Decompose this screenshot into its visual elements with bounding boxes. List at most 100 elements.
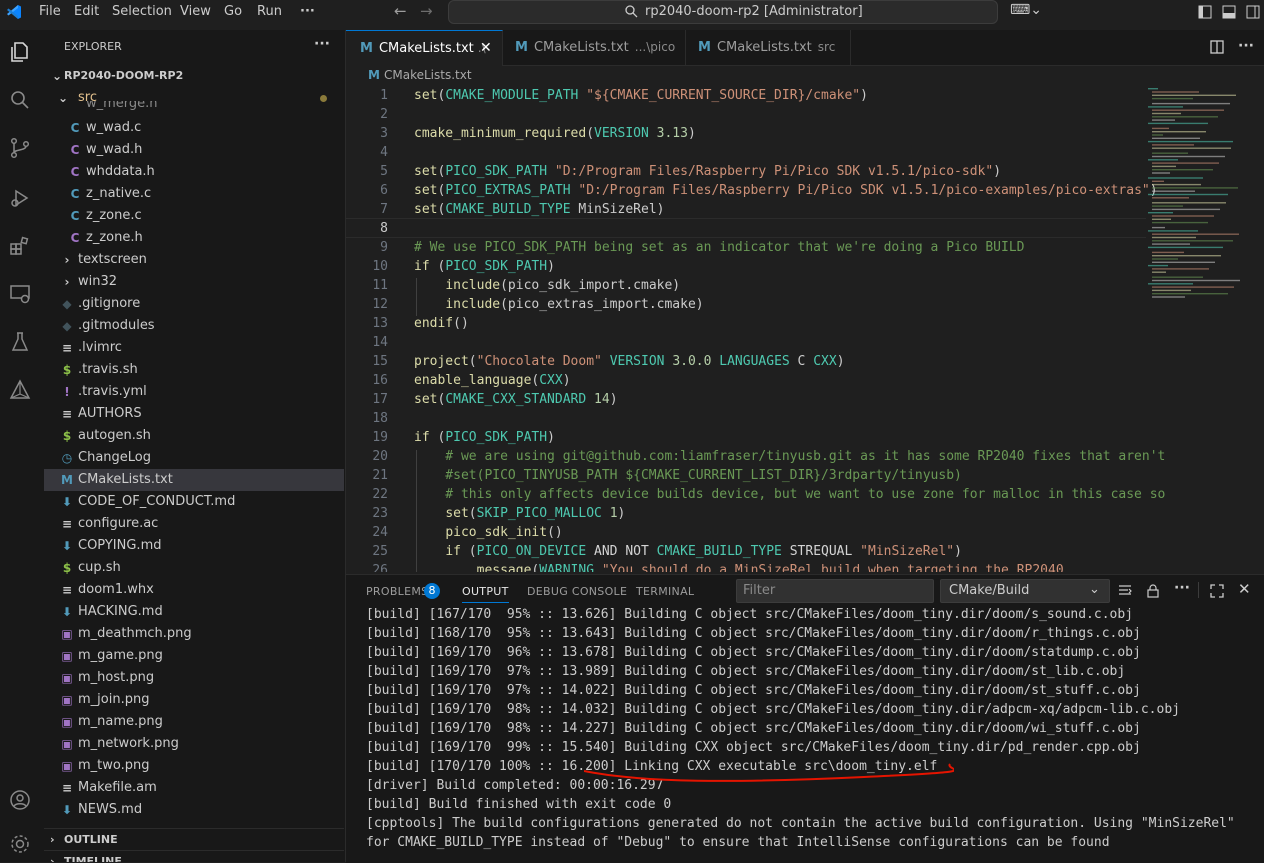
file-item-w-wad-h[interactable]: Cw_wad.h <box>44 139 344 161</box>
file-item-z-native-c[interactable]: Cz_native.c <box>44 183 344 205</box>
timeline-section[interactable]: › TIMELINE <box>44 850 344 862</box>
breadcrumb[interactable]: M CMakeLists.txt <box>346 66 1264 86</box>
tab-output[interactable]: OUTPUT <box>462 585 509 603</box>
close-panel-icon[interactable]: ✕ <box>1238 580 1251 598</box>
extensions-icon[interactable] <box>8 234 32 258</box>
file-item-z-zone-c[interactable]: Cz_zone.c <box>44 205 344 227</box>
file-partial[interactable]: w_merge.h <box>44 101 344 113</box>
toggle-secondary-sidebar-icon[interactable] <box>1246 5 1260 19</box>
tab-cmakelists-root[interactable]: M CMakeLists.txt .\ ✕ <box>346 30 503 66</box>
file-item-m-deathmch-png[interactable]: ▣ m_deathmch.png <box>44 623 344 645</box>
file-item-authors[interactable]: ≡ AUTHORS <box>44 403 344 425</box>
file-name: whddata.h <box>86 164 155 179</box>
file-item-news-md[interactable]: ⬇ NEWS.md <box>44 799 344 821</box>
line-number: 14 <box>372 335 388 350</box>
toggle-primary-sidebar-icon[interactable] <box>1198 5 1212 19</box>
file-item-win32[interactable]: › win32 <box>44 271 344 293</box>
more-menu-icon[interactable]: ··· <box>300 4 315 19</box>
minimap-line <box>1148 122 1208 125</box>
explorer-icon[interactable] <box>8 40 32 64</box>
file-item--lvimrc[interactable]: ≡ .lvimrc <box>44 337 344 359</box>
code-line: cmake_minimum_required(VERSION 3.13) <box>414 126 696 141</box>
file-item-m-host-png[interactable]: ▣ m_host.png <box>44 667 344 689</box>
file-item-m-name-png[interactable]: ▣ m_name.png <box>44 711 344 733</box>
code-editor[interactable]: 1 set(CMAKE_MODULE_PATH "${CMAKE_CURRENT_… <box>346 86 1264 572</box>
output-channel-select[interactable]: CMake/Build ⌄ <box>940 579 1110 603</box>
menu-view[interactable]: View <box>180 4 211 19</box>
output-filter-input[interactable]: Filter <box>736 579 934 603</box>
tab-cmakelists-pico[interactable]: M CMakeLists.txt ...\pico <box>503 30 686 65</box>
run-debug-icon[interactable] <box>8 186 32 210</box>
menu-go[interactable]: Go <box>224 4 242 19</box>
minimap-line <box>1152 268 1209 270</box>
menu-selection[interactable]: Selection <box>112 4 172 19</box>
outline-section[interactable]: › OUTLINE <box>44 828 344 851</box>
tab-debug-console[interactable]: DEBUG CONSOLE <box>527 585 627 598</box>
tab-problems[interactable]: PROBLEMS <box>366 585 428 598</box>
forward-arrow-icon[interactable]: → <box>420 2 433 20</box>
file-item--gitignore[interactable]: ◆ .gitignore <box>44 293 344 315</box>
source-control-icon[interactable] <box>8 136 32 160</box>
minimap-line <box>1148 177 1203 179</box>
line-number: 1 <box>380 88 388 103</box>
file-name: m_host.png <box>78 670 155 685</box>
file-item-whddata-h[interactable]: Cwhddata.h <box>44 161 344 183</box>
file-item-cup-sh[interactable]: $ cup.sh <box>44 557 344 579</box>
line-number: 20 <box>372 449 388 464</box>
file-name: m_network.png <box>78 736 179 751</box>
tab-terminal[interactable]: TERMINAL <box>636 585 694 598</box>
output-line: [build] [168/170 95% :: 13.643] Building… <box>366 626 1141 641</box>
panel-more-icon[interactable]: ··· <box>1174 580 1190 596</box>
file-partial-label: w_merge.h <box>86 101 158 111</box>
explorer-sidebar: EXPLORER ··· ⌄ RP2040-DOOM-RP2 ⌄ src w_m… <box>44 30 346 862</box>
minimap-line <box>1148 212 1173 214</box>
file-item-w-wad-c[interactable]: Cw_wad.c <box>44 117 344 139</box>
file-item--travis-sh[interactable]: $ .travis.sh <box>44 359 344 381</box>
minimap-line <box>1148 88 1158 90</box>
file-item-m-join-png[interactable]: ▣ m_join.png <box>44 689 344 711</box>
menu-edit[interactable]: Edit <box>74 4 99 19</box>
file-item-m-network-png[interactable]: ▣ m_network.png <box>44 733 344 755</box>
menu-file[interactable]: File <box>39 4 61 19</box>
vscode-logo-icon[interactable] <box>6 4 22 20</box>
file-item-configure-ac[interactable]: ≡ configure.ac <box>44 513 344 535</box>
file-item-code-of-conduct-md[interactable]: ⬇ CODE_OF_CONDUCT.md <box>44 491 344 513</box>
file-item-m-game-png[interactable]: ▣ m_game.png <box>44 645 344 667</box>
file-item--travis-yml[interactable]: ! .travis.yml <box>44 381 344 403</box>
menu-run[interactable]: Run <box>257 4 282 19</box>
file-item--gitmodules[interactable]: ◆ .gitmodules <box>44 315 344 337</box>
split-editor-icon[interactable] <box>1210 40 1224 54</box>
file-item-textscreen[interactable]: › textscreen <box>44 249 344 271</box>
file-item-makefile-am[interactable]: ≡ Makefile.am <box>44 777 344 799</box>
cmake-icon[interactable] <box>8 378 32 402</box>
accounts-icon[interactable] <box>8 788 32 812</box>
file-item-doom1-whx[interactable]: ≡ doom1.whx <box>44 579 344 601</box>
file-item-autogen-sh[interactable]: $ autogen.sh <box>44 425 344 447</box>
file-item-hacking-md[interactable]: ⬇ HACKING.md <box>44 601 344 623</box>
testing-icon[interactable] <box>8 330 32 354</box>
workspace-root[interactable]: ⌄ RP2040-DOOM-RP2 <box>44 65 344 87</box>
explorer-more-icon[interactable]: ··· <box>314 36 330 52</box>
maximize-panel-icon[interactable] <box>1210 584 1224 598</box>
remote-explorer-icon[interactable] <box>8 282 32 306</box>
editor-more-icon[interactable]: ··· <box>1238 38 1254 54</box>
minimap-line <box>1152 155 1225 158</box>
file-item-cmakelists-txt[interactable]: M CMakeLists.txt <box>44 469 344 491</box>
back-arrow-icon[interactable]: ← <box>394 2 407 20</box>
file-item-copying-md[interactable]: ⬇ COPYING.md <box>44 535 344 557</box>
tab-cmakelists-src[interactable]: M CMakeLists.txt src <box>686 30 851 65</box>
minimap[interactable] <box>1146 86 1256 572</box>
search-icon[interactable] <box>8 88 32 112</box>
toggle-panel-icon[interactable] <box>1222 5 1236 19</box>
file-item-changelog[interactable]: ◷ ChangeLog <box>44 447 344 469</box>
command-center-search[interactable]: rp2040-doom-rp2 [Administrator] <box>448 0 998 24</box>
file-item-z-zone-h[interactable]: Cz_zone.h <box>44 227 344 249</box>
lock-icon[interactable] <box>1146 584 1160 598</box>
copilot-icon[interactable]: ⌨⌄ <box>1010 2 1042 18</box>
file-name: .travis.sh <box>78 362 138 377</box>
close-tab-icon[interactable]: ✕ <box>480 31 492 66</box>
list-filter-icon[interactable] <box>1118 584 1132 598</box>
file-item-m-two-png[interactable]: ▣ m_two.png <box>44 755 344 777</box>
minimap-line <box>1152 197 1189 199</box>
settings-gear-icon[interactable] <box>8 832 32 856</box>
